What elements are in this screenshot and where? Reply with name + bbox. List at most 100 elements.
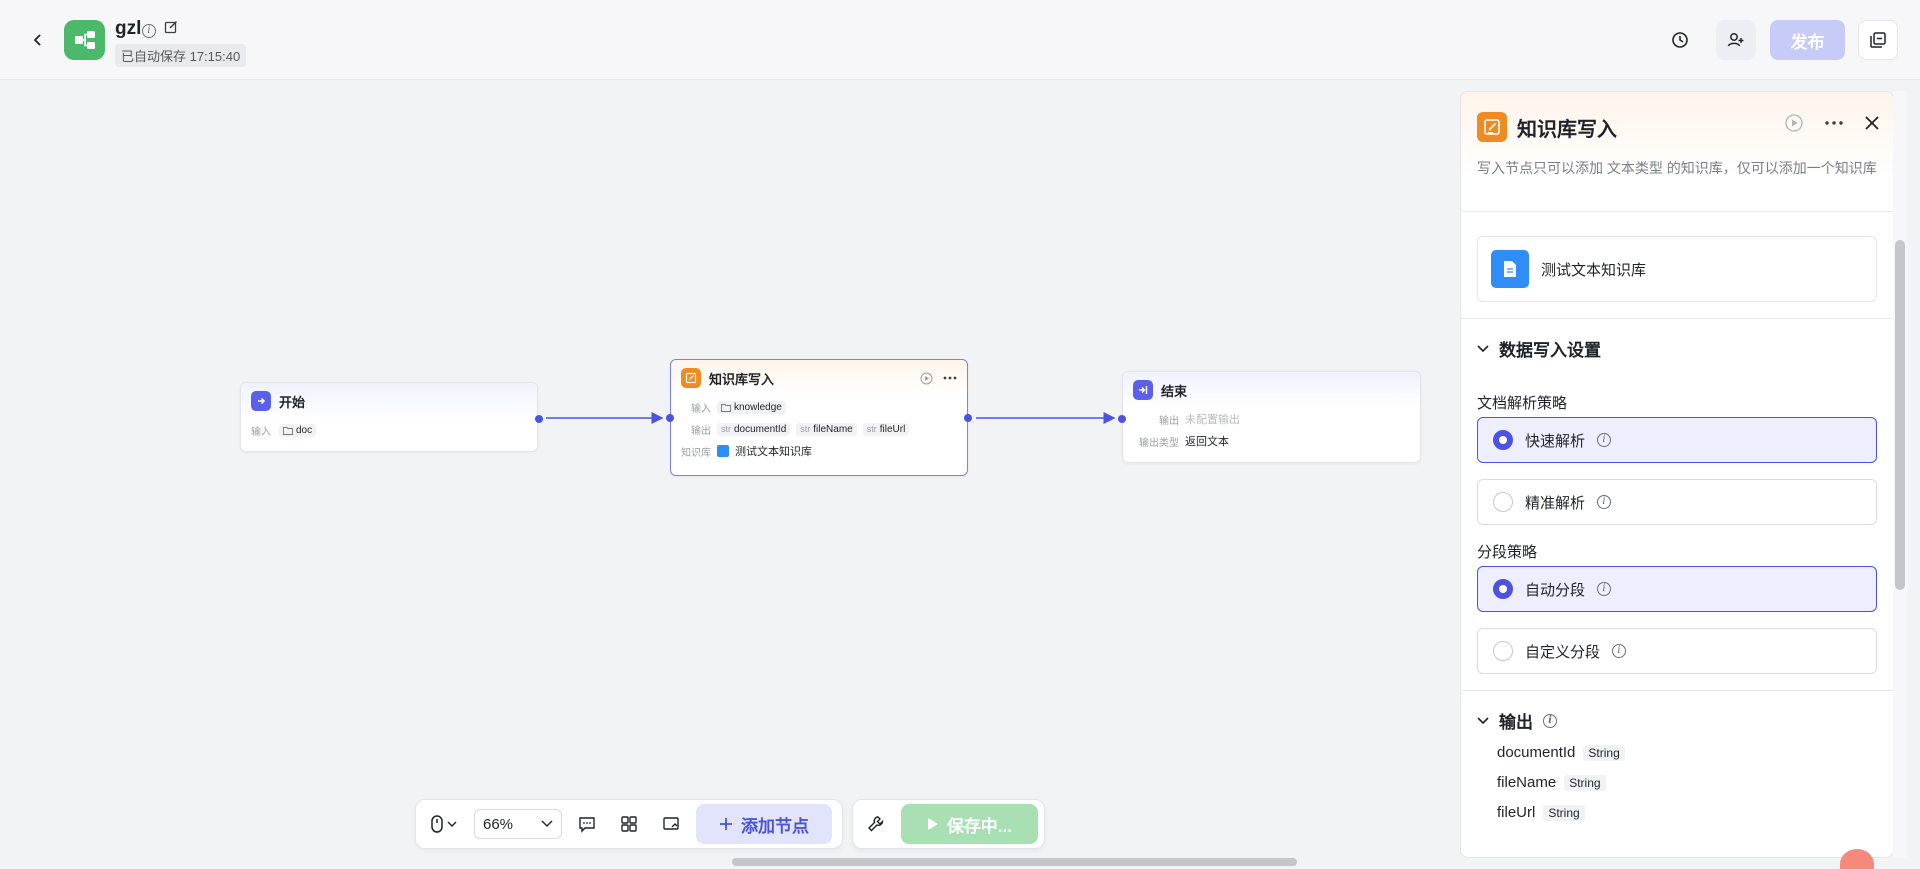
folder-icon xyxy=(283,426,293,435)
comment-button[interactable] xyxy=(570,807,604,841)
panel-actions xyxy=(1785,114,1879,132)
input-port[interactable] xyxy=(666,414,674,422)
node-title: 结束 xyxy=(1161,383,1188,399)
output-name: fileUrl xyxy=(1497,804,1536,821)
node-header: 结束 xyxy=(1123,372,1420,408)
more-icon[interactable] xyxy=(943,376,957,380)
info-icon[interactable]: i xyxy=(1597,433,1612,447)
node-end[interactable]: 结束 输出 未配置输出 输出类型 返回文本 xyxy=(1118,371,1421,463)
info-icon[interactable]: i xyxy=(1597,582,1612,596)
output-port[interactable] xyxy=(535,415,543,423)
input-chip: doc xyxy=(279,423,317,437)
kb-card[interactable]: 测试文本知识库 xyxy=(1477,236,1877,302)
panel-description: 写入节点只可以添加 文本类型 的知识库，仅可以添加一个知识库 xyxy=(1477,160,1877,176)
minimap-button[interactable] xyxy=(654,807,688,841)
node-config-panel: 知识库写入 写入节点只可以添加 文本类型 的知识库，仅可以添加一个知识库 知识库… xyxy=(1460,91,1894,858)
panel-scrollbar-thumb[interactable] xyxy=(1895,240,1905,590)
output-chip: str fileUrl xyxy=(862,422,910,436)
output-label: 输出 xyxy=(691,425,711,437)
add-node-button[interactable]: 添加节点 xyxy=(696,804,832,844)
kb-label: 知识库 xyxy=(681,447,711,459)
kb-value: 测试文本知识库 xyxy=(735,446,812,458)
pointer-mode-button[interactable] xyxy=(422,807,466,841)
minimap-icon xyxy=(663,817,679,830)
output-type-value: 返回文本 xyxy=(1185,436,1229,448)
plus-icon xyxy=(720,818,732,830)
output-name: fileName xyxy=(1497,774,1557,791)
output-item: fileName String xyxy=(1497,774,1606,791)
horizontal-scrollbar[interactable] xyxy=(732,858,1297,866)
option-label: 自动分段 xyxy=(1525,581,1586,599)
output-port[interactable] xyxy=(964,414,972,422)
chevron-down-icon xyxy=(1477,716,1489,724)
close-icon[interactable] xyxy=(1865,116,1879,130)
radio-selected[interactable] xyxy=(1493,430,1513,450)
info-icon[interactable]: i xyxy=(1612,644,1627,658)
segment-option-custom[interactable]: 自定义分段 i xyxy=(1477,628,1877,674)
data-section-toggle[interactable]: 数据写入设置 xyxy=(1477,336,1601,361)
input-value: doc xyxy=(296,424,313,436)
output-label: 输出 xyxy=(1159,415,1179,427)
input-value: knowledge xyxy=(734,401,782,413)
node-output-row: 输出 未配置输出 xyxy=(1123,408,1420,430)
debug-button[interactable] xyxy=(859,807,893,841)
kb-doc-icon xyxy=(717,445,729,457)
option-label: 快速解析 xyxy=(1525,432,1586,450)
node-header: 开始 xyxy=(241,383,537,419)
input-chip: knowledge xyxy=(717,400,786,414)
layout-button[interactable] xyxy=(612,807,646,841)
segment-strategy-label: 分段策略 xyxy=(1477,544,1538,561)
node-output-type-row: 输出类型 返回文本 xyxy=(1123,430,1420,452)
canvas-toolbar: 66% 添加节点 xyxy=(415,799,843,849)
data-section-title: 数据写入设置 xyxy=(1499,341,1601,360)
output-name: documentId xyxy=(1497,744,1576,761)
input-port[interactable] xyxy=(1118,415,1126,423)
parse-strategy-label: 文档解析策略 xyxy=(1477,395,1568,412)
info-icon[interactable]: i xyxy=(1597,495,1612,509)
output-section-toggle[interactable]: 输出 i xyxy=(1477,708,1557,733)
parse-option-precise[interactable]: 精准解析 i xyxy=(1477,479,1877,525)
output-type: String xyxy=(1583,744,1625,761)
node-input-row: 输入 doc xyxy=(241,419,537,441)
info-icon[interactable]: i xyxy=(1543,713,1557,728)
output-name: fileUrl xyxy=(879,423,906,435)
kb-write-icon xyxy=(681,368,701,388)
zoom-select[interactable]: 66% xyxy=(474,809,562,839)
node-kb-row: 知识库 测试文本知识库 xyxy=(671,440,967,462)
node-start[interactable]: 开始 输入 doc xyxy=(240,382,543,452)
output-type: String xyxy=(1543,804,1585,821)
divider xyxy=(1461,690,1893,691)
radio-selected[interactable] xyxy=(1493,579,1513,599)
node-actions xyxy=(920,372,957,385)
save-button[interactable]: 保存中... xyxy=(900,804,1038,844)
grid-icon xyxy=(621,816,637,832)
kb-name: 测试文本知识库 xyxy=(1541,261,1647,279)
run-icon[interactable] xyxy=(1785,114,1803,132)
node-title: 知识库写入 xyxy=(709,371,775,387)
output-section-title: 输出 xyxy=(1499,713,1533,732)
end-icon xyxy=(1133,380,1153,400)
chevron-down-icon xyxy=(447,821,457,827)
radio-unselected[interactable] xyxy=(1493,492,1513,512)
radio-unselected[interactable] xyxy=(1493,641,1513,661)
node-input-row: 输入 knowledge xyxy=(671,396,967,418)
output-name: documentId xyxy=(734,423,787,435)
folder-icon xyxy=(721,403,731,412)
zoom-value: 66% xyxy=(483,815,514,833)
output-chip: str fileName xyxy=(796,422,857,436)
output-value: 未配置输出 xyxy=(1185,414,1240,426)
more-icon[interactable] xyxy=(1825,121,1843,125)
parse-option-fast[interactable]: 快速解析 i xyxy=(1477,417,1877,463)
output-item: documentId String xyxy=(1497,744,1625,761)
start-icon xyxy=(251,391,271,411)
document-icon xyxy=(1491,250,1529,288)
segment-option-auto[interactable]: 自动分段 i xyxy=(1477,566,1877,612)
add-node-label: 添加节点 xyxy=(741,816,809,836)
wrench-icon xyxy=(867,816,884,832)
run-icon[interactable] xyxy=(920,372,933,385)
type-tag: str xyxy=(800,424,811,434)
node-title: 开始 xyxy=(279,394,306,410)
panel-title: 知识库写入 xyxy=(1517,119,1617,141)
divider xyxy=(1461,318,1893,319)
node-kb-write[interactable]: 知识库写入 输入 knowledge 输出 str documentId str f… xyxy=(666,359,972,476)
